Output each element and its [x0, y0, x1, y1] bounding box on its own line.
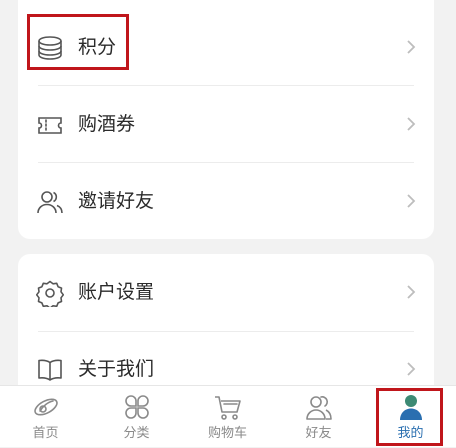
open-book-icon	[36, 356, 64, 384]
tab-category[interactable]: 分类	[91, 386, 182, 448]
menu-card-settings: 账户设置 关于我们	[18, 254, 434, 404]
home-icon	[31, 392, 61, 422]
tab-label: 首页	[32, 426, 59, 441]
tab-label: 分类	[123, 426, 150, 441]
gear-icon	[36, 279, 64, 307]
friends-icon	[304, 392, 334, 422]
chevron-right-icon	[404, 191, 418, 211]
highlight-box-points	[27, 14, 129, 70]
tab-label: 购物车	[207, 426, 247, 441]
highlight-box-my-tab	[376, 388, 443, 446]
tab-label: 好友	[305, 426, 332, 441]
chevron-right-icon	[404, 359, 418, 379]
chevron-right-icon	[404, 114, 418, 134]
menu-item-account-settings[interactable]: 账户设置	[18, 254, 434, 330]
tab-home[interactable]: 首页	[0, 386, 91, 448]
cart-icon	[213, 392, 243, 422]
menu-item-label: 关于我们	[78, 358, 155, 380]
tab-cart[interactable]: 购物车	[182, 386, 273, 448]
chevron-right-icon	[404, 37, 418, 57]
menu-item-label: 邀请好友	[78, 190, 155, 212]
menu-item-coupon[interactable]: 购酒券	[18, 86, 434, 162]
tab-friends[interactable]: 好友	[273, 386, 364, 448]
invite-friends-icon	[36, 188, 64, 216]
menu-item-label: 购酒券	[78, 113, 136, 135]
menu-item-label: 账户设置	[78, 281, 155, 303]
coupon-ticket-icon	[36, 111, 64, 139]
menu-item-invite-friends[interactable]: 邀请好友	[18, 163, 434, 239]
category-icon	[122, 392, 152, 422]
chevron-right-icon	[404, 282, 418, 302]
